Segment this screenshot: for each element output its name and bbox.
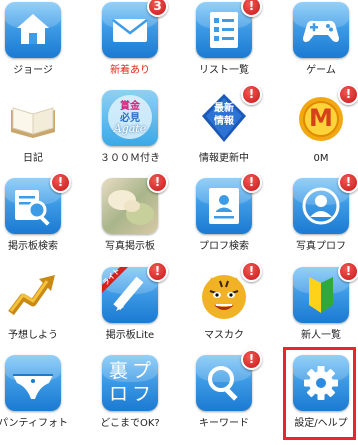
selection-highlight <box>283 347 356 440</box>
pu-glyph: プ <box>132 360 152 382</box>
app-label: 日記 <box>23 153 43 164</box>
fu-glyph: フ <box>132 383 152 405</box>
agate-icon: 賞金 必見 Agate <box>102 90 158 146</box>
app-label: パンティフォト <box>0 418 68 429</box>
app-label: 新着あり <box>110 65 150 76</box>
app-how-far[interactable]: 裏 プ ロ フ どこまでOK? <box>90 353 170 443</box>
app-label: マスカク <box>204 330 244 341</box>
notification-badge: ! <box>241 84 262 105</box>
app-label: プロフ検索 <box>199 241 249 252</box>
notification-badge: ! <box>338 261 358 282</box>
app-label: ３００Ｍ付き <box>100 153 160 164</box>
panties-icon <box>5 355 61 411</box>
app-label: 写真プロフ <box>296 241 346 252</box>
app-board-lite[interactable]: ライト ! 掲示板Lite <box>90 261 170 355</box>
notification-badge: 3 <box>147 0 168 17</box>
book-icon <box>5 90 61 146</box>
agate-brand-text: Agate <box>113 122 147 135</box>
info-latest-text: 最新 <box>214 103 234 114</box>
app-photo-board[interactable]: ! 写真掲示板 <box>90 172 170 266</box>
app-new-mail[interactable]: 3 新着あり <box>90 0 170 90</box>
notification-badge: ! <box>241 261 262 282</box>
app-label: 掲示板Lite <box>105 330 155 341</box>
notification-badge: ! <box>241 172 262 193</box>
notification-badge: ! <box>147 172 168 193</box>
rising-arrow-icon <box>5 267 61 323</box>
app-mascot[interactable]: ! マスカク <box>184 261 264 355</box>
ro-glyph: ロ <box>109 383 129 405</box>
app-label: 予想しよう <box>8 330 58 341</box>
notification-badge: ! <box>241 349 262 370</box>
app-keyword[interactable]: ! キーワード <box>184 349 264 443</box>
app-profile-search[interactable]: ! プロフ検索 <box>184 172 264 266</box>
app-label: リスト一覧 <box>199 65 249 76</box>
info-news-text: 情報 <box>214 116 234 127</box>
text-tile-icon: 裏 プ ロ フ <box>102 355 158 411</box>
ura-glyph: 裏 <box>109 360 129 382</box>
app-label: どこまでOK? <box>100 418 160 429</box>
app-label: 0M <box>313 153 329 164</box>
app-forecast[interactable]: 予想しよう <box>0 265 73 355</box>
gamepad-icon <box>293 2 349 58</box>
app-label: 掲示板検索 <box>8 241 58 252</box>
app-game[interactable]: ゲーム <box>281 0 358 90</box>
app-photo-profile[interactable]: ! 写真プロフ <box>281 172 358 266</box>
app-label: 写真掲示板 <box>105 241 155 252</box>
app-panty-photo[interactable]: パンティフォト <box>0 353 73 443</box>
app-info[interactable]: 最新 情報 ! 情報更新中 <box>184 84 264 178</box>
notification-badge: ! <box>147 261 168 282</box>
app-agate[interactable]: 賞金 必見 Agate ３００Ｍ付き <box>90 88 170 178</box>
app-label: キーワード <box>199 418 249 429</box>
notification-badge: ! <box>338 84 358 105</box>
app-list[interactable]: ! リスト一覧 <box>184 0 264 90</box>
app-newcomer[interactable]: ! 新人一覧 <box>281 261 358 355</box>
house-icon <box>5 2 61 58</box>
app-om[interactable]: M ! 0M <box>281 84 358 178</box>
app-label: 情報更新中 <box>199 153 249 164</box>
app-label: ジョージ <box>13 65 53 76</box>
notification-badge: ! <box>338 172 358 193</box>
app-board-search[interactable]: ! 掲示板検索 <box>0 172 73 266</box>
notification-badge: ! <box>241 0 262 17</box>
app-george[interactable]: ジョージ <box>0 0 73 90</box>
coin-letter: M <box>309 104 333 132</box>
app-diary[interactable]: 日記 <box>0 88 73 178</box>
app-label: ゲーム <box>306 65 336 76</box>
app-label: 新人一覧 <box>301 330 341 341</box>
notification-badge: ! <box>50 172 71 193</box>
